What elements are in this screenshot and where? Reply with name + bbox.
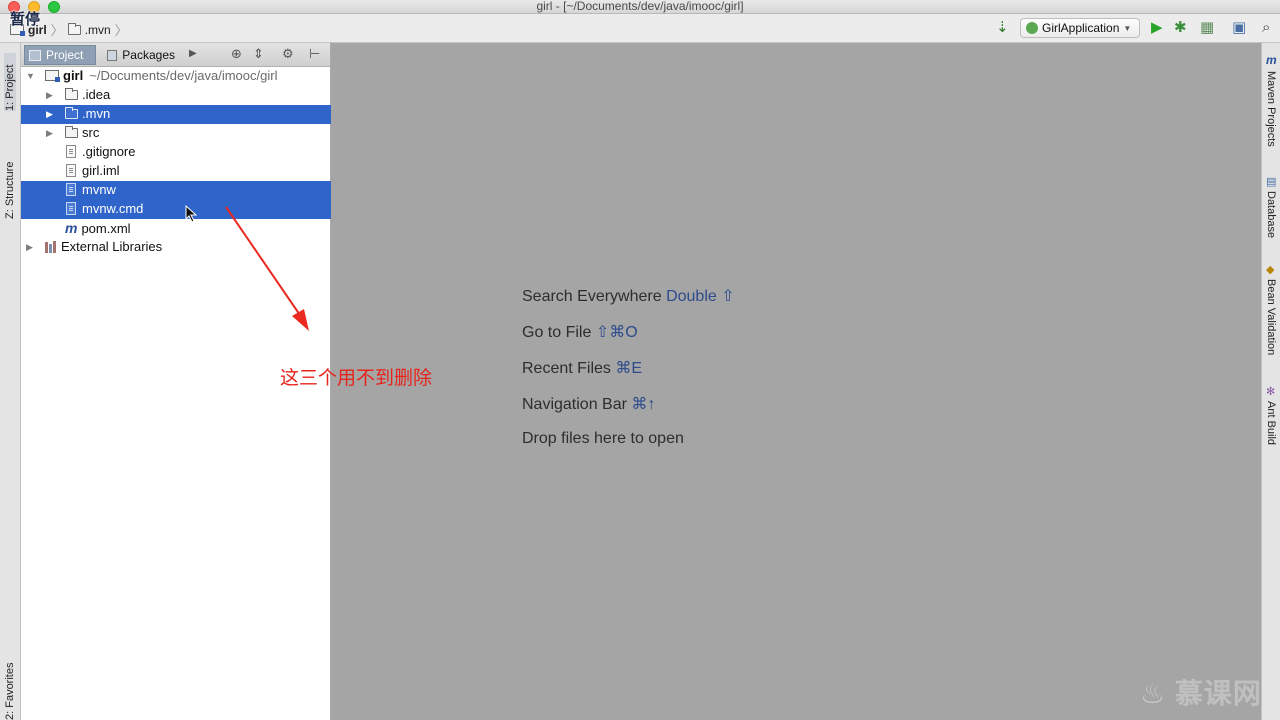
pause-overlay-text: 暂停 xyxy=(10,11,41,28)
annotation-text: 这三个用不到删除 xyxy=(280,368,433,389)
annotation-arrow xyxy=(225,206,309,331)
mouse-cursor-icon xyxy=(185,205,197,223)
